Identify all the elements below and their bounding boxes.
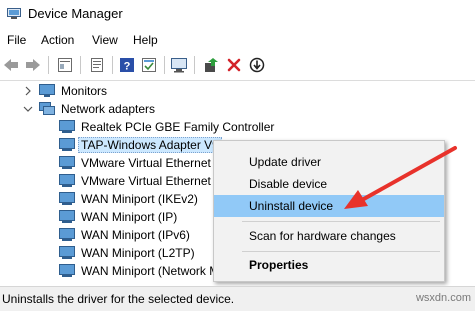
update-driver-icon[interactable] bbox=[202, 56, 220, 74]
status-bar: Uninstalls the driver for the selected d… bbox=[0, 286, 475, 311]
driver-icon[interactable] bbox=[88, 56, 106, 74]
properties-icon[interactable] bbox=[56, 56, 74, 74]
menu-item-update-driver[interactable]: Update driver bbox=[214, 151, 444, 173]
tree-label-device: WAN Miniport (IKEv2) bbox=[81, 192, 198, 206]
forward-icon[interactable] bbox=[24, 56, 42, 74]
network-adapter-icon bbox=[59, 228, 75, 241]
menu-view[interactable]: View bbox=[92, 33, 118, 47]
tree-label-device: WAN Miniport (IPv6) bbox=[81, 228, 190, 242]
toolbar-separator bbox=[112, 56, 113, 74]
menu-item-properties[interactable]: Properties bbox=[214, 254, 444, 276]
window-title: Device Manager bbox=[28, 6, 123, 21]
device-manager-icon bbox=[7, 8, 21, 19]
menu-file[interactable]: File bbox=[7, 33, 26, 47]
toolbar-separator bbox=[194, 56, 195, 74]
tree-node-monitors[interactable]: Monitors bbox=[0, 83, 475, 101]
tree-label-device: TAP-Windows Adapter V9 bbox=[78, 137, 222, 153]
menu-bar: File Action View Help bbox=[0, 30, 475, 50]
tree-node-network-adapters[interactable]: Network adapters bbox=[0, 101, 475, 119]
view-icon[interactable] bbox=[140, 56, 158, 74]
context-menu: Update driver Disable device Uninstall d… bbox=[213, 140, 445, 282]
status-text: Uninstalls the driver for the selected d… bbox=[2, 292, 235, 306]
chevron-right-icon[interactable] bbox=[23, 86, 33, 96]
menu-item-disable-device[interactable]: Disable device bbox=[214, 173, 444, 195]
network-adapter-icon bbox=[59, 264, 75, 277]
tree-label-network-adapters: Network adapters bbox=[61, 102, 156, 116]
network-adapter-icon bbox=[39, 102, 55, 115]
monitor-icon bbox=[39, 84, 55, 97]
menu-item-scan-hardware[interactable]: Scan for hardware changes bbox=[214, 225, 444, 247]
uninstall-icon[interactable] bbox=[225, 56, 243, 74]
toolbar-separator bbox=[80, 56, 81, 74]
title-bar: Device Manager bbox=[0, 0, 475, 30]
network-adapter-icon bbox=[59, 156, 75, 169]
chevron-down-icon[interactable] bbox=[23, 104, 33, 114]
toolbar: ? bbox=[0, 50, 475, 81]
toolbar-separator bbox=[164, 56, 165, 74]
disable-icon[interactable] bbox=[248, 56, 266, 74]
watermark: wsxdn.com bbox=[415, 292, 471, 304]
network-adapter-icon bbox=[59, 210, 75, 223]
menu-separator bbox=[242, 251, 440, 252]
menu-separator bbox=[242, 221, 440, 222]
monitor-icon[interactable] bbox=[170, 56, 188, 74]
menu-help[interactable]: Help bbox=[133, 33, 158, 47]
tree-item-device[interactable]: Realtek PCIe GBE Family Controller bbox=[0, 119, 475, 137]
network-adapter-icon bbox=[59, 174, 75, 187]
toolbar-separator bbox=[48, 56, 49, 74]
menu-item-uninstall-device[interactable]: Uninstall device bbox=[214, 195, 444, 217]
back-icon[interactable] bbox=[2, 56, 20, 74]
help-icon[interactable]: ? bbox=[118, 56, 136, 74]
network-adapter-icon bbox=[59, 246, 75, 259]
tree-label-monitors: Monitors bbox=[61, 84, 108, 98]
network-adapter-icon bbox=[59, 192, 75, 205]
tree-label-device: WAN Miniport (IP) bbox=[81, 210, 178, 224]
menu-action[interactable]: Action bbox=[41, 33, 74, 47]
network-adapter-icon bbox=[59, 120, 75, 133]
network-adapter-icon bbox=[59, 138, 75, 151]
tree-label-device: WAN Miniport (L2TP) bbox=[81, 246, 195, 260]
svg-text:?: ? bbox=[124, 61, 131, 73]
tree-label-device: Realtek PCIe GBE Family Controller bbox=[81, 120, 275, 134]
